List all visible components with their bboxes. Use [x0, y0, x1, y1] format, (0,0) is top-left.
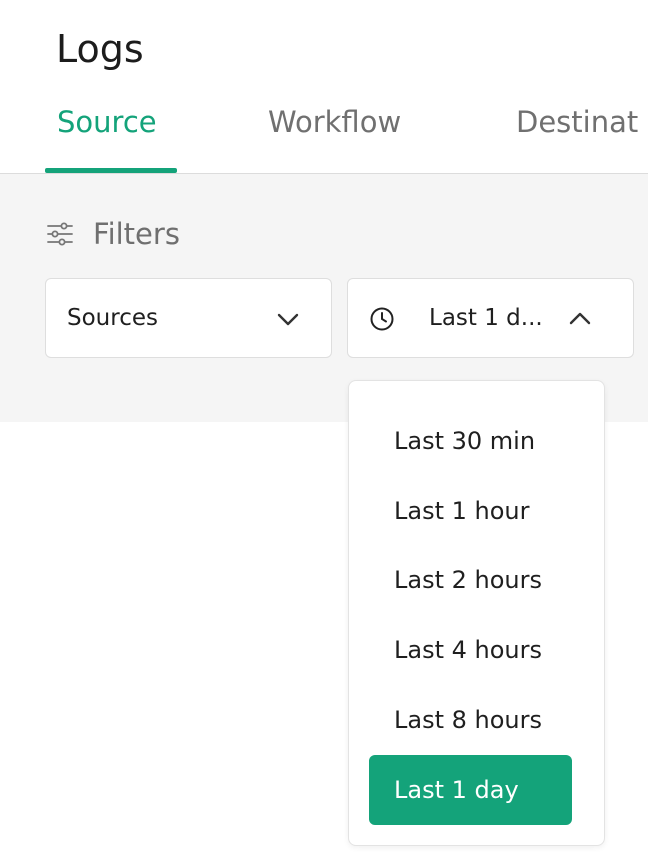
sources-select[interactable]: Sources [45, 278, 332, 358]
clock-icon [370, 307, 394, 331]
chevron-up-icon [569, 312, 591, 325]
chevron-down-icon [277, 313, 299, 326]
filters-label: Filters [93, 217, 180, 251]
time-range-select[interactable]: Last 1 d... [347, 278, 634, 358]
option-last-2-hours[interactable]: Last 2 hours [369, 545, 572, 615]
option-last-1-day[interactable]: Last 1 day [369, 755, 572, 825]
page-title: Logs [56, 27, 144, 71]
option-last-8-hours[interactable]: Last 8 hours [369, 685, 572, 755]
time-range-select-value: Last 1 d... [429, 305, 543, 331]
option-last-4-hours[interactable]: Last 4 hours [369, 615, 572, 685]
tab-source[interactable]: Source [57, 102, 157, 142]
tab-bar: Source Workflow Destinat [0, 96, 648, 174]
tab-workflow[interactable]: Workflow [268, 102, 401, 142]
sources-select-value: Sources [67, 305, 158, 331]
option-last-1-hour[interactable]: Last 1 hour [369, 476, 572, 546]
tab-destination[interactable]: Destinat [516, 102, 638, 142]
filters-header: Filters [45, 214, 180, 254]
option-last-30-min[interactable]: Last 30 min [369, 406, 572, 476]
sliders-icon [47, 222, 73, 246]
time-range-dropdown: Last 30 min Last 1 hour Last 2 hours Las… [348, 380, 605, 846]
